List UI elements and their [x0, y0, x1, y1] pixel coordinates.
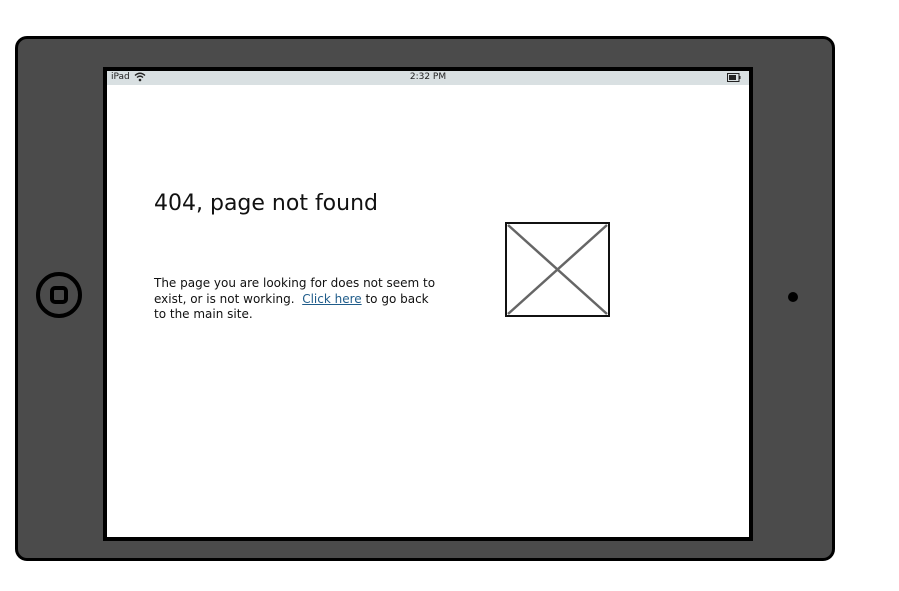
home-button[interactable]: [36, 272, 82, 318]
battery-icon: [727, 73, 741, 82]
home-button-square-icon: [50, 286, 68, 304]
image-placeholder-icon: [505, 222, 610, 317]
back-to-main-site-link[interactable]: Click here: [302, 292, 361, 306]
status-time: 2:32 PM: [409, 72, 447, 82]
screen: iPad 2:32 PM 404, page not found The pag…: [103, 67, 753, 541]
status-bar: iPad 2:32 PM: [107, 71, 749, 85]
ipad-device-frame: iPad 2:32 PM 404, page not found The pag…: [15, 36, 835, 561]
camera-dot: [788, 292, 798, 302]
page-title: 404, page not found: [154, 191, 378, 216]
error-message: The page you are looking for does not se…: [154, 276, 444, 323]
